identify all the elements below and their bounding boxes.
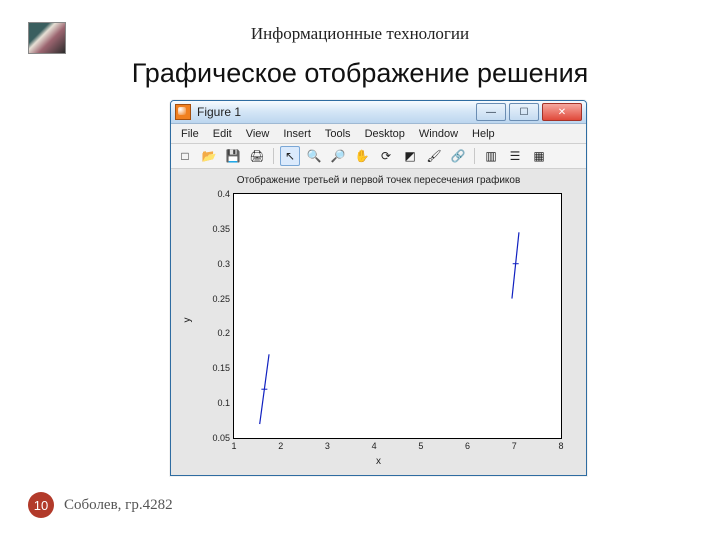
window-title: Figure 1: [197, 105, 476, 119]
x-tick: 8: [558, 441, 563, 451]
matlab-icon: [175, 104, 191, 120]
link-icon[interactable]: 🔗: [448, 146, 468, 166]
menu-file[interactable]: File: [175, 127, 205, 141]
y-tick: 0.05: [212, 433, 230, 443]
figure-window: Figure 1 — ☐ ✕ FileEditViewInsertToolsDe…: [170, 100, 587, 476]
x-tick: 7: [512, 441, 517, 451]
new-icon[interactable]: □: [175, 146, 195, 166]
y-tick: 0.15: [212, 363, 230, 373]
slide-header: Информационные технологии: [0, 24, 720, 44]
menu-tools[interactable]: Tools: [319, 127, 357, 141]
y-tick: 0.35: [212, 224, 230, 234]
menu-window[interactable]: Window: [413, 127, 464, 141]
zoom-out-icon[interactable]: 🔎: [328, 146, 348, 166]
y-tick: 0.25: [212, 294, 230, 304]
menu-view[interactable]: View: [240, 127, 276, 141]
y-tick: 0.4: [217, 189, 230, 199]
y-axis-label: y: [182, 318, 193, 323]
legend-icon[interactable]: ☰: [505, 146, 525, 166]
y-tick: 0.1: [217, 398, 230, 408]
x-axis-label: x: [177, 456, 580, 467]
x-tick: 2: [278, 441, 283, 451]
menu-desktop[interactable]: Desktop: [359, 127, 411, 141]
datacursor-icon[interactable]: ◩: [400, 146, 420, 166]
x-tick: 3: [325, 441, 330, 451]
chart-title: Отображение третьей и первой точек перес…: [177, 175, 580, 186]
rotate-icon[interactable]: ⟳: [376, 146, 396, 166]
colorbar-icon[interactable]: ▥: [481, 146, 501, 166]
toggle-icon[interactable]: ▦: [529, 146, 549, 166]
arrow-icon[interactable]: ↖: [280, 146, 300, 166]
menubar[interactable]: FileEditViewInsertToolsDesktopWindowHelp: [171, 124, 586, 144]
menu-help[interactable]: Help: [466, 127, 501, 141]
minimize-button[interactable]: —: [476, 103, 506, 121]
y-tick: 0.2: [217, 328, 230, 338]
x-tick: 4: [372, 441, 377, 451]
close-button[interactable]: ✕: [542, 103, 582, 121]
x-tick: 1: [231, 441, 236, 451]
x-tick: 5: [418, 441, 423, 451]
titlebar[interactable]: Figure 1 — ☐ ✕: [171, 101, 586, 124]
slide-title: Графическое отображение решения: [0, 58, 720, 89]
menu-insert[interactable]: Insert: [277, 127, 317, 141]
page-number-badge: 10: [28, 492, 54, 518]
zoom-in-icon[interactable]: 🔍: [304, 146, 324, 166]
axes: 0.050.10.150.20.250.30.350.412345678: [233, 193, 562, 439]
maximize-button[interactable]: ☐: [509, 103, 539, 121]
menu-edit[interactable]: Edit: [207, 127, 238, 141]
y-tick: 0.3: [217, 259, 230, 269]
pan-icon[interactable]: ✋: [352, 146, 372, 166]
print-icon[interactable]: 🖨: [247, 146, 267, 166]
open-icon[interactable]: 📂: [199, 146, 219, 166]
toolbar[interactable]: □📂💾🖨 ↖🔍🔎✋⟳◩🖌🔗 ▥☰▦: [171, 144, 586, 169]
slide-footer: Соболев, гр.4282: [64, 497, 173, 514]
plot-area: Отображение третьей и первой точек перес…: [177, 171, 580, 469]
x-tick: 6: [465, 441, 470, 451]
plot-svg: [234, 194, 561, 438]
brush-icon[interactable]: 🖌: [424, 146, 444, 166]
save-icon[interactable]: 💾: [223, 146, 243, 166]
